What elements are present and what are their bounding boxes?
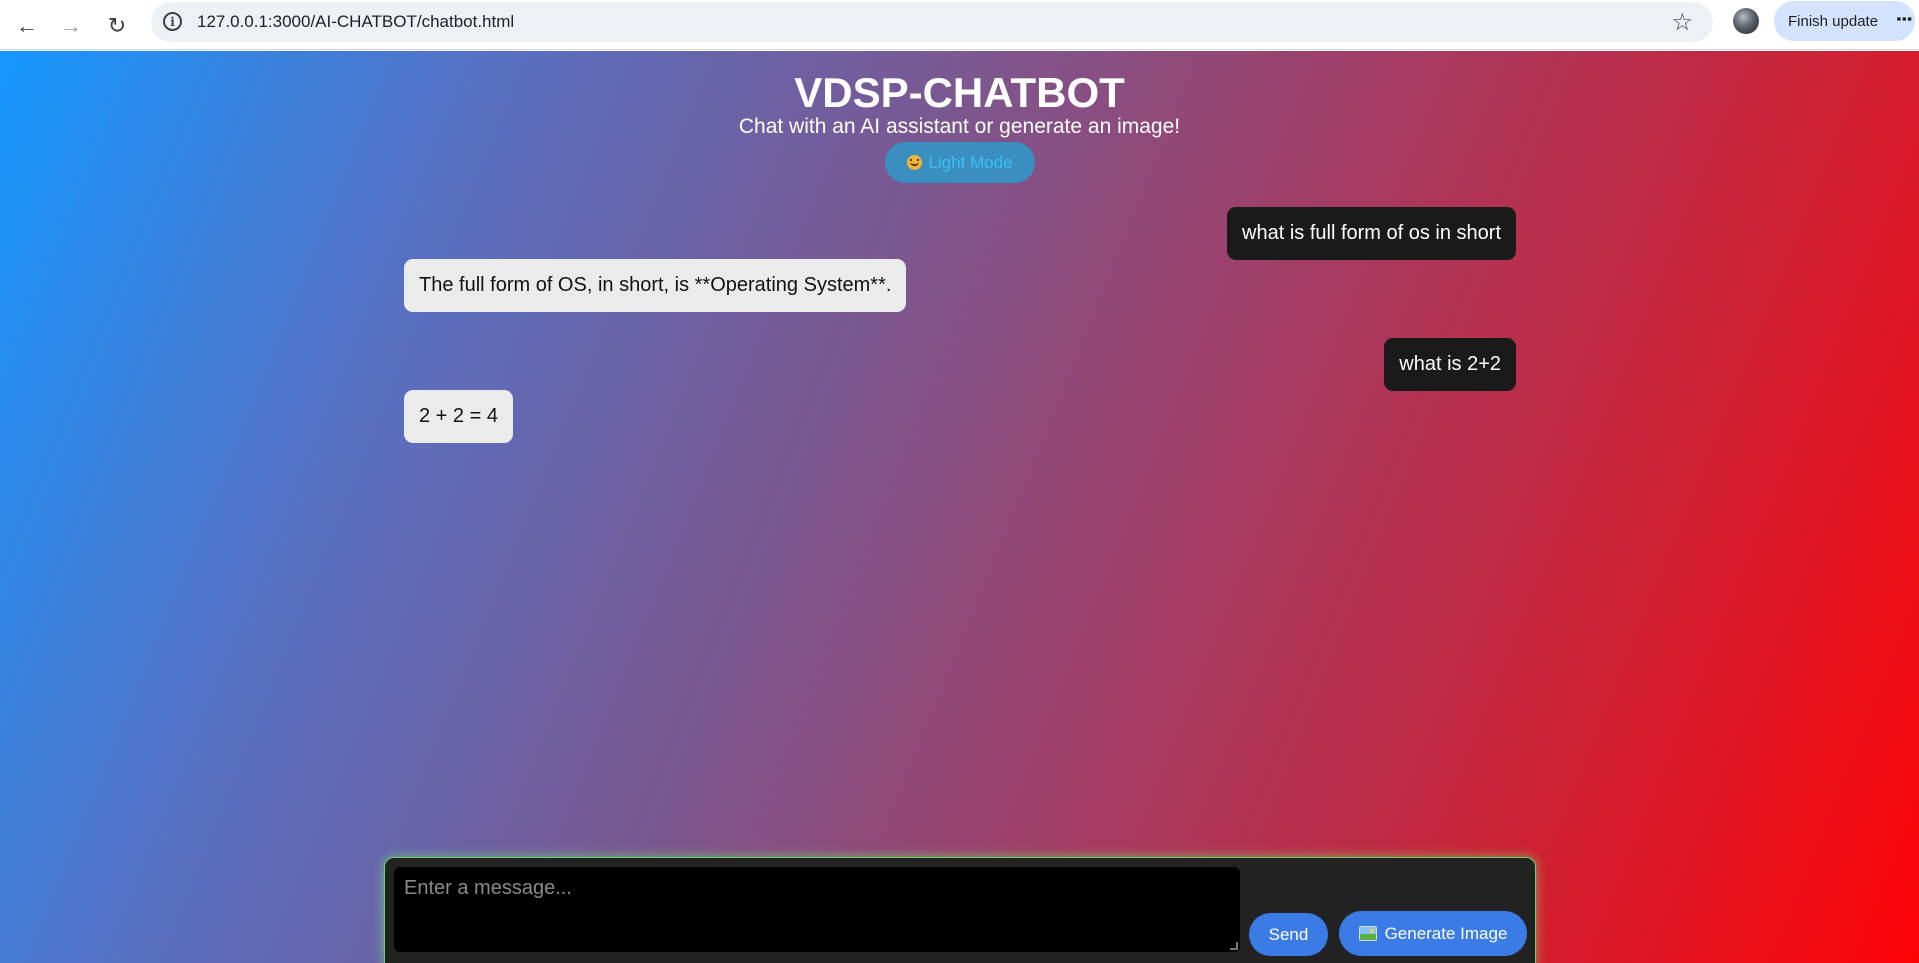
chat-messages: what is full form of os in short The ful… bbox=[404, 207, 1516, 677]
composer-bar: Send Generate Image bbox=[384, 857, 1536, 963]
finish-update-label: Finish update bbox=[1788, 12, 1879, 30]
user-message: what is full form of os in short bbox=[1227, 207, 1516, 260]
address-bar[interactable]: i 127.0.0.1:3000/AI-CHATBOT/chatbot.html… bbox=[151, 2, 1713, 42]
send-button[interactable]: Send bbox=[1249, 913, 1328, 956]
generate-image-label: Generate Image bbox=[1384, 923, 1508, 943]
back-arrow-icon[interactable]: ← bbox=[9, 8, 45, 44]
generate-image-button[interactable]: Generate Image bbox=[1339, 911, 1527, 956]
kebab-menu-icon[interactable]: ⋮ bbox=[1894, 10, 1914, 27]
bot-message: The full form of OS, in short, is **Oper… bbox=[404, 259, 907, 312]
user-message: what is 2+2 bbox=[1384, 338, 1516, 391]
bookmark-star-icon[interactable]: ☆ bbox=[1671, 8, 1693, 37]
page-subtitle: Chat with an AI assistant or generate an… bbox=[738, 115, 1181, 138]
page-title: VDSP-CHATBOT bbox=[794, 69, 1125, 116]
profile-avatar[interactable] bbox=[1733, 8, 1759, 34]
forward-arrow-icon[interactable]: → bbox=[53, 8, 89, 44]
smile-emoji-icon bbox=[907, 155, 923, 170]
picture-icon bbox=[1358, 926, 1377, 941]
bot-message: 2 + 2 = 4 bbox=[404, 390, 513, 443]
browser-toolbar: ← → ↻ i 127.0.0.1:3000/AI-CHATBOT/chatbo… bbox=[0, 0, 1919, 50]
site-info-icon[interactable]: i bbox=[163, 12, 182, 31]
theme-toggle-button[interactable]: Light Mode bbox=[885, 142, 1035, 183]
chatbot-page: VDSP-CHATBOT Chat with an AI assistant o… bbox=[0, 51, 1919, 963]
url-text[interactable]: 127.0.0.1:3000/AI-CHATBOT/chatbot.html bbox=[197, 12, 514, 32]
finish-update-button[interactable]: Finish update ⋮ bbox=[1774, 1, 1915, 41]
resize-grip-icon[interactable] bbox=[1230, 942, 1238, 950]
reload-icon[interactable]: ↻ bbox=[99, 8, 135, 44]
theme-toggle-label: Light Mode bbox=[928, 152, 1013, 172]
message-input[interactable] bbox=[394, 867, 1240, 952]
